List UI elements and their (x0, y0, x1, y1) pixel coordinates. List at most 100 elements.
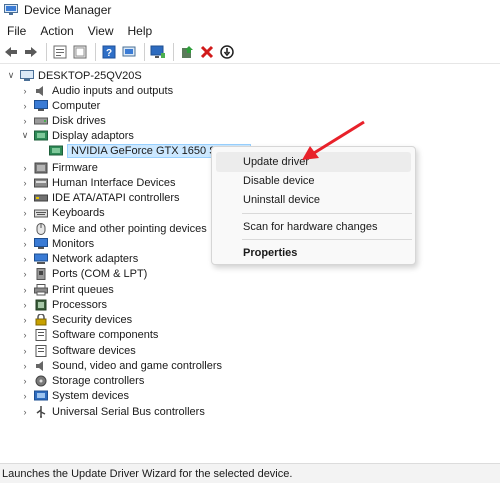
properties-item[interactable]: Properties (216, 243, 411, 263)
tree-item-hid[interactable]: › Human Interface Devices (20, 175, 176, 190)
menu-separator (242, 239, 412, 240)
network-adapter-icon (34, 253, 48, 265)
add-driver-icon[interactable] (178, 43, 196, 61)
scan-hardware-item[interactable]: Scan for hardware changes (216, 217, 411, 237)
chevron-right-icon[interactable]: › (20, 221, 30, 236)
tree-item-label: Universal Serial Bus controllers (52, 405, 205, 418)
chevron-down-icon[interactable]: ∨ (6, 68, 16, 83)
menu-file[interactable]: File (0, 22, 33, 40)
tree-item-sound[interactable]: › Sound, video and game controllers (20, 358, 223, 373)
tree-item-mice[interactable]: › Mice and other pointing devices (20, 221, 207, 236)
menu-bar: File Action View Help (0, 22, 500, 40)
tree-item-label: Ports (COM & LPT) (52, 267, 148, 280)
chevron-right-icon[interactable]: › (20, 98, 30, 113)
disk-drive-icon (34, 115, 48, 127)
tree-item-system-devices[interactable]: › System devices (20, 388, 130, 403)
monitor-icon[interactable] (149, 43, 167, 61)
tree-item-storage[interactable]: › Storage controllers (20, 373, 145, 388)
menu-help[interactable]: Help (121, 22, 160, 40)
display-adapter-icon (49, 145, 63, 157)
tree-item-monitors[interactable]: › Monitors (20, 236, 94, 251)
tree-item-network[interactable]: › Network adapters (20, 251, 139, 266)
tree-item-label: Monitors (52, 237, 95, 250)
tree-item-label: Storage controllers (52, 374, 145, 387)
toolbar-separator (46, 42, 47, 61)
tree-item-label: System devices (52, 389, 130, 402)
firmware-icon (34, 162, 48, 174)
chevron-right-icon[interactable]: › (20, 83, 30, 98)
tree-item-label: Print queues (52, 283, 114, 296)
chevron-right-icon[interactable]: › (20, 205, 30, 220)
tree-item-computer[interactable]: › Computer (20, 98, 100, 113)
tree-item-software-devices[interactable]: › Software devices (20, 343, 136, 358)
chevron-right-icon[interactable]: › (20, 251, 30, 266)
tree-item-label: Computer (52, 99, 101, 112)
uninstall-x-icon[interactable] (198, 43, 216, 61)
chevron-right-icon[interactable]: › (20, 358, 30, 373)
uninstall-device-item[interactable]: Uninstall device (216, 190, 411, 210)
tree-item-print-queues[interactable]: › Print queues (20, 282, 114, 297)
chevron-right-icon[interactable]: › (20, 282, 30, 297)
chevron-right-icon[interactable]: › (20, 266, 30, 281)
tree-item-security[interactable]: › Security devices (20, 312, 132, 327)
properties-icon[interactable] (51, 43, 69, 61)
toolbar-separator (173, 42, 174, 61)
tree-item-keyboards[interactable]: › Keyboards (20, 205, 105, 220)
tree-item-firmware[interactable]: › Firmware (20, 160, 98, 175)
hid-icon (34, 177, 48, 189)
menu-view[interactable]: View (81, 22, 121, 40)
tree-item-label: Human Interface Devices (52, 176, 176, 189)
software-component-icon (34, 328, 48, 341)
port-icon (34, 267, 48, 280)
menu-action[interactable]: Action (33, 22, 80, 40)
tree-item-ide[interactable]: › IDE ATA/ATAPI controllers (20, 190, 180, 205)
tree-item-audio[interactable]: › Audio inputs and outputs (20, 83, 174, 98)
monitor-icon (34, 237, 48, 250)
chevron-right-icon[interactable]: › (20, 404, 30, 419)
back-arrow-icon[interactable] (2, 43, 20, 61)
computer-icon (34, 99, 48, 112)
status-bar: Launches the Update Driver Wizard for th… (0, 463, 500, 483)
tree-item-label: Mice and other pointing devices (52, 222, 207, 235)
chevron-right-icon[interactable]: › (20, 113, 30, 128)
chevron-right-icon[interactable]: › (20, 236, 30, 251)
tree-item-label: Security devices (52, 313, 133, 326)
keyboard-icon (34, 207, 48, 219)
speaker-icon (34, 85, 48, 97)
device-manager-icon (4, 4, 18, 16)
tree-item-software-components[interactable]: › Software components (20, 327, 158, 342)
chevron-right-icon[interactable]: › (20, 327, 30, 342)
chevron-right-icon[interactable]: › (20, 373, 30, 388)
disable-device-item[interactable]: Disable device (216, 171, 411, 191)
speaker-icon (34, 360, 48, 372)
tree-item-disk-drives[interactable]: › Disk drives (20, 113, 106, 128)
tree-item-label: Disk drives (52, 114, 106, 127)
chevron-right-icon[interactable]: › (20, 160, 30, 175)
tree-item-label: IDE ATA/ATAPI controllers (52, 191, 180, 204)
chevron-right-icon[interactable]: › (20, 343, 30, 358)
hide-show-icon[interactable] (71, 43, 89, 61)
chevron-down-icon[interactable]: ∨ (20, 128, 30, 143)
computer-icon (20, 69, 34, 82)
chevron-right-icon[interactable]: › (20, 388, 30, 403)
annotation-arrow (302, 120, 365, 160)
printer-icon (34, 283, 48, 296)
tree-item-label: Software devices (52, 344, 136, 357)
window-title: Device Manager (24, 3, 112, 17)
tree-item-usb[interactable]: › Universal Serial Bus controllers (20, 404, 205, 419)
tree-item-ports[interactable]: › Ports (COM & LPT) (20, 266, 147, 281)
tree-item-label: Network adapters (52, 252, 139, 265)
processor-icon (34, 299, 48, 311)
tree-item-label: Firmware (52, 161, 98, 174)
help-icon[interactable]: ? (100, 43, 118, 61)
chevron-right-icon[interactable]: › (20, 175, 30, 190)
chevron-right-icon[interactable]: › (20, 190, 30, 205)
chevron-right-icon[interactable]: › (20, 312, 30, 327)
tree-item-display-adaptors[interactable]: ∨ Display adaptors (20, 128, 134, 143)
scan-icon[interactable] (120, 43, 138, 61)
disable-device-icon[interactable] (218, 43, 236, 61)
chevron-right-icon[interactable]: › (20, 297, 30, 312)
tree-root[interactable]: ∨ DESKTOP-25QV20S (6, 68, 142, 83)
forward-arrow-icon[interactable] (22, 43, 40, 61)
tree-item-processors[interactable]: › Processors (20, 297, 108, 312)
